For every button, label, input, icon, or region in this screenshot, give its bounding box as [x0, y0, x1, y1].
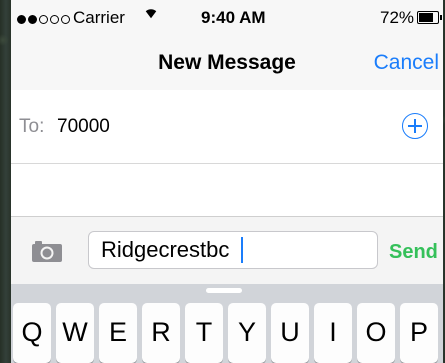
keyboard: QWERTYUIOP	[11, 284, 443, 363]
text-caret	[241, 237, 243, 263]
wifi-icon	[145, 9, 157, 19]
key-i[interactable]: I	[314, 303, 352, 363]
to-label: To:	[19, 116, 45, 137]
carrier-name: Carrier	[73, 8, 125, 27]
key-u[interactable]: U	[271, 303, 309, 363]
key-w[interactable]: W	[56, 303, 94, 363]
cancel-button[interactable]: Cancel	[374, 51, 439, 75]
key-t[interactable]: T	[185, 303, 223, 363]
key-p[interactable]: P	[400, 303, 438, 363]
battery-icon	[417, 11, 442, 24]
signal-strength-icon	[17, 9, 72, 29]
message-input[interactable]: Ridgecrestbc	[88, 231, 378, 269]
compose-bar: Ridgecrestbc Send	[11, 216, 443, 285]
keyboard-drag-handle[interactable]	[206, 288, 242, 293]
camera-icon[interactable]	[31, 239, 63, 263]
navigation-bar: New Message Cancel	[11, 38, 443, 91]
recipient-value[interactable]: 70000	[57, 116, 110, 138]
key-e[interactable]: E	[99, 303, 137, 363]
add-contact-icon[interactable]	[402, 113, 428, 139]
key-o[interactable]: O	[357, 303, 395, 363]
recipient-field[interactable]: To: 70000	[11, 90, 443, 164]
send-button[interactable]: Send	[389, 241, 438, 264]
battery-percent: 72%	[380, 8, 415, 27]
key-q[interactable]: Q	[13, 303, 51, 363]
status-bar: Carrier 9:40 AM 72%	[11, 0, 443, 38]
key-y[interactable]: Y	[228, 303, 266, 363]
phone-screen: Carrier 9:40 AM 72% New Message Cancel T…	[11, 0, 443, 363]
message-thread-area	[11, 164, 443, 216]
keyboard-top-row: QWERTYUIOP	[13, 303, 443, 363]
clock: 9:40 AM	[201, 8, 266, 27]
key-r[interactable]: R	[142, 303, 180, 363]
